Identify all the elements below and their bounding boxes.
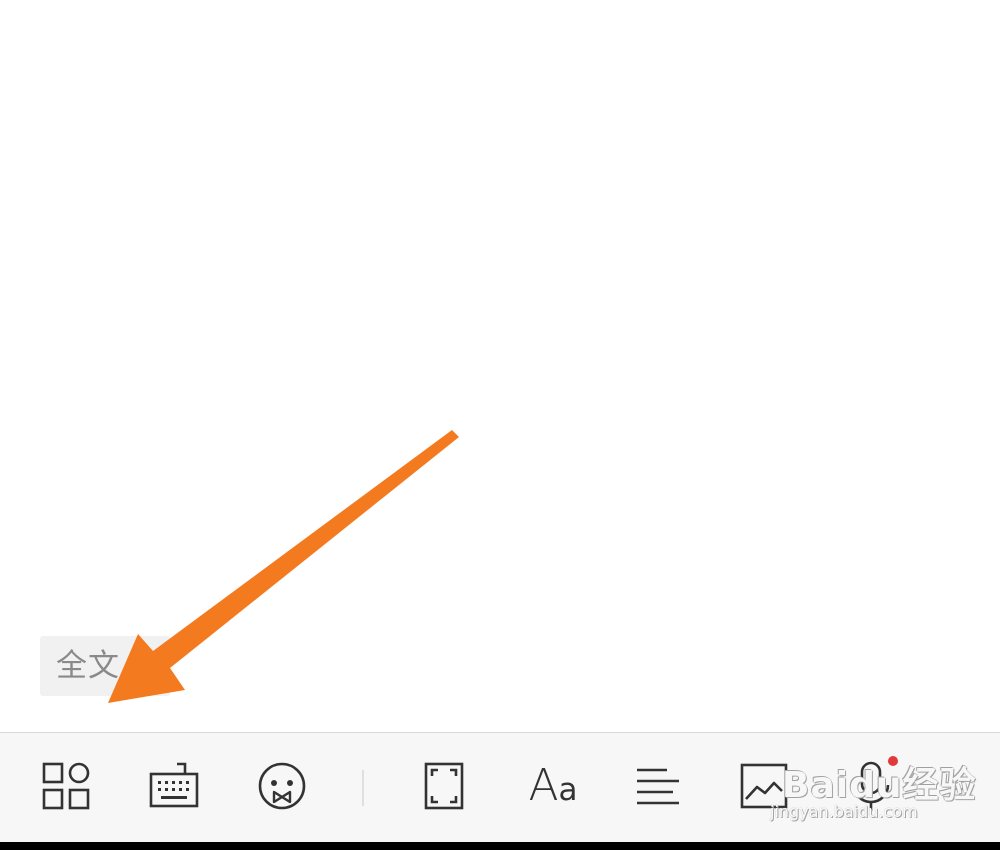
- align-button[interactable]: [627, 755, 689, 817]
- system-bottom-bar: [0, 842, 1000, 850]
- full-text-chip[interactable]: 全文: [40, 636, 170, 696]
- editor-area[interactable]: 全文: [0, 0, 1000, 732]
- microphone-icon: [852, 761, 890, 811]
- align-left-icon: [637, 768, 679, 805]
- image-insert-icon: [740, 763, 788, 809]
- keyboard-button[interactable]: [143, 755, 205, 817]
- emoji-icon: [258, 762, 306, 810]
- fullscreen-button[interactable]: [413, 755, 475, 817]
- toolbar-more-indicator[interactable]: [954, 788, 968, 790]
- insert-image-button[interactable]: [733, 755, 795, 817]
- apps-grid-button[interactable]: [35, 755, 97, 817]
- font-format-button[interactable]: Aa: [521, 755, 585, 817]
- full-text-chip-label: 全文: [56, 648, 120, 684]
- bottom-toolbar: Aa: [0, 732, 1000, 842]
- toolbar-divider: [362, 770, 364, 806]
- emoji-button[interactable]: [251, 755, 313, 817]
- screen: 全文 Aa Baidu经验 jingyan.baidu.com: [0, 0, 1000, 850]
- keyboard-icon: [149, 762, 199, 808]
- apps-grid-icon: [42, 762, 90, 810]
- notification-dot: [888, 756, 898, 766]
- font-format-icon: Aa: [528, 760, 578, 811]
- fullscreen-icon: [424, 762, 464, 810]
